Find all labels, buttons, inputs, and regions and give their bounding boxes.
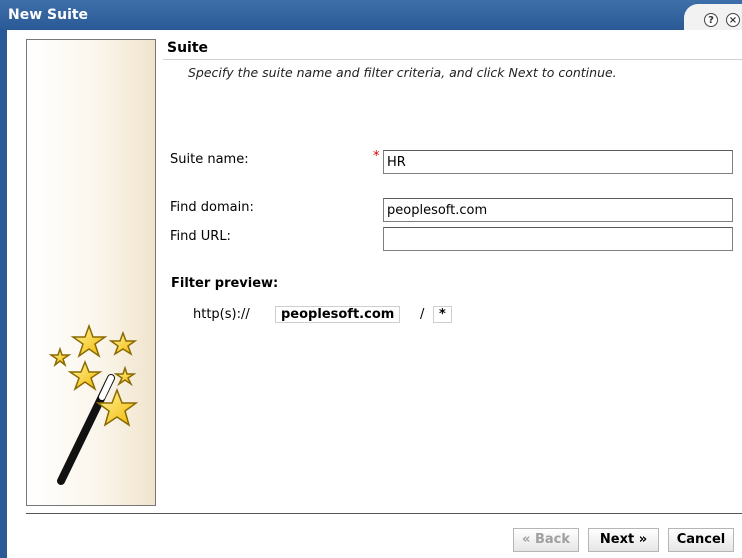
wizard-side-panel [26,39,156,506]
window-frame [0,30,7,558]
back-button[interactable]: « Back [513,528,579,552]
filter-preview-prefix: http(s):// [193,307,250,322]
title-bar: New Suite ? × [0,0,742,30]
filter-preview-title: Filter preview: [171,276,279,291]
magic-wand-stars-icon [48,323,139,485]
title-bar-controls: ? × [684,4,742,30]
find-url-label: Find URL: [170,229,231,244]
next-button[interactable]: Next » [588,528,659,552]
suite-name-label: Suite name: [170,152,249,167]
find-domain-input[interactable] [383,198,733,222]
help-icon[interactable]: ? [704,13,718,27]
close-icon[interactable]: × [726,13,740,27]
filter-preview-separator: / [420,307,425,322]
filter-preview-path: * [433,304,452,326]
section-divider [163,59,742,60]
filter-preview-domain: peoplesoft.com [275,304,401,326]
find-domain-label: Find domain: [170,200,254,215]
required-marker: * [373,149,380,164]
section-title: Suite [167,40,209,56]
find-url-input[interactable] [383,227,733,251]
section-description: Specify the suite name and filter criter… [188,65,617,80]
footer-divider [26,513,742,514]
suite-name-input[interactable] [383,150,733,174]
window-title: New Suite [8,7,89,23]
cancel-button[interactable]: Cancel [668,528,734,552]
